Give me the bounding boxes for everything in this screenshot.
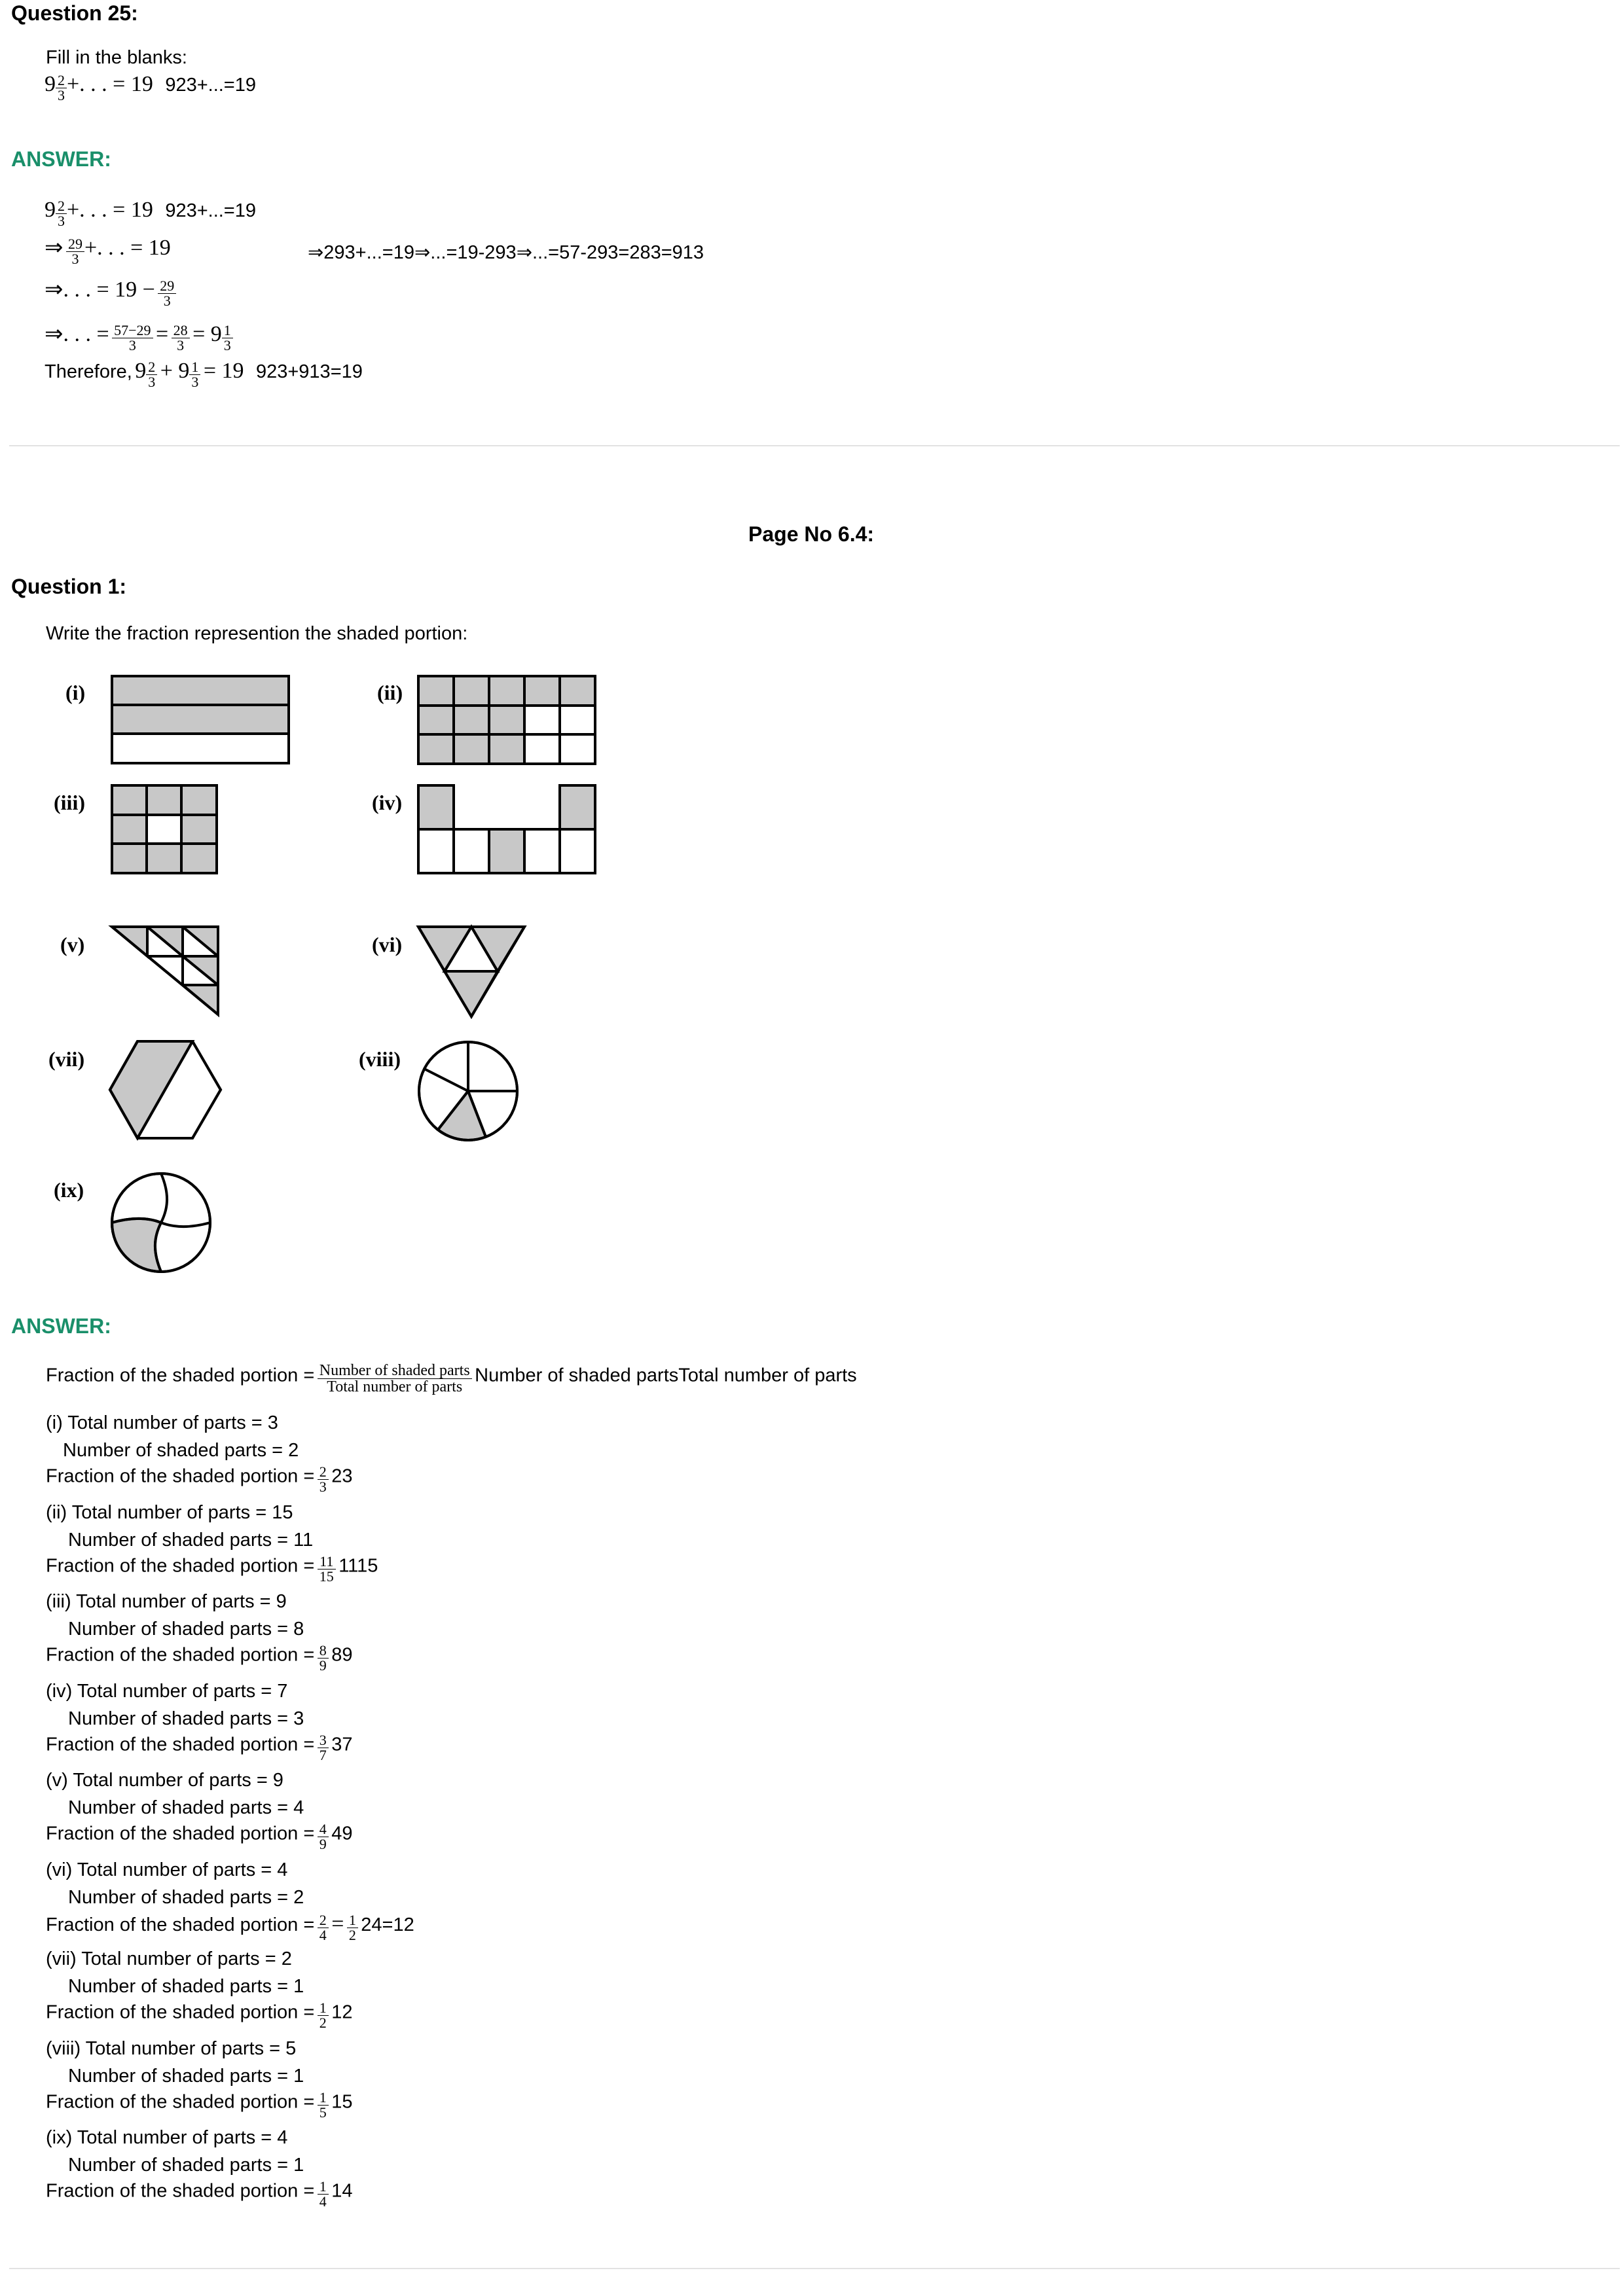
answer-item-total: (viii) Total number of parts = 5 [46, 2037, 297, 2059]
answer-item-fraction: Fraction of the shaded portion = 23 23 [46, 1463, 353, 1495]
bottom-divider [9, 2268, 1620, 2269]
answer-item-fraction: Fraction of the shaded portion = 11 15 11… [46, 1552, 378, 1585]
answer-item-fraction: Fraction of the shaded portion = 89 89 [46, 1642, 353, 1674]
answer-item-fraction: Fraction of the shaded portion = 15 15 [46, 2089, 353, 2121]
answer-item-fraction: Fraction of the shaded portion = 49 49 [46, 1821, 353, 1852]
answer-item-fraction: Fraction of the shaded portion = 37 37 [46, 1731, 353, 1763]
figure-i [111, 675, 290, 764]
answer-item-shaded: Number of shaded parts = 1 [68, 2065, 304, 2087]
figure-v [108, 925, 219, 1018]
answer-item-shaded: Number of shaded parts = 2 [68, 1886, 304, 1908]
answer-item-fraction: Fraction of the shaded portion = 14 14 [46, 2178, 353, 2210]
answer-1-title: ANSWER: [11, 1314, 111, 1338]
answer-item-fraction: Fraction of the shaded portion = 24 = 12… [46, 1911, 414, 1943]
answer-item-total: (vii) Total number of parts = 2 [46, 1948, 292, 1969]
answer-item-total: (ii) Total number of parts = 15 [46, 1501, 293, 1523]
figure-vi [416, 924, 527, 1019]
answer-item-shaded: Number of shaded parts = 11 [68, 1529, 314, 1551]
figure-ix [110, 1172, 211, 1274]
answer-item-shaded: Number of shaded parts = 2 [63, 1440, 299, 1461]
answer-item-shaded: Number of shaded parts = 8 [68, 1619, 304, 1640]
figure-iv [417, 784, 596, 874]
figure-vii [108, 1040, 223, 1141]
figure-ii [417, 675, 596, 765]
answer-item-total: (vi) Total number of parts = 4 [46, 1859, 288, 1880]
answer-item-shaded: Number of shaded parts = 1 [68, 2155, 304, 2176]
figure-viii [418, 1041, 519, 1141]
answer-item-shaded: Number of shaded parts = 3 [68, 1708, 304, 1729]
answer-item-total: (v) Total number of parts = 9 [46, 1770, 283, 1791]
answer-item-shaded: Number of shaded parts = 4 [68, 1797, 304, 1818]
answer-item-total: (iv) Total number of parts = 7 [46, 1680, 288, 1702]
answer-item-shaded: Number of shaded parts = 1 [68, 1976, 304, 1997]
ans1-formula: Fraction of the shaded portion = Number … [46, 1362, 857, 1395]
answer-item-total: (ix) Total number of parts = 4 [46, 2127, 288, 2148]
answer-item-total: (iii) Total number of parts = 9 [46, 1591, 287, 1612]
answer-item-fraction: Fraction of the shaded portion = 12 12 [46, 2000, 353, 2031]
answer-item-total: (i) Total number of parts = 3 [46, 1412, 278, 1433]
figure-iii [111, 784, 218, 874]
